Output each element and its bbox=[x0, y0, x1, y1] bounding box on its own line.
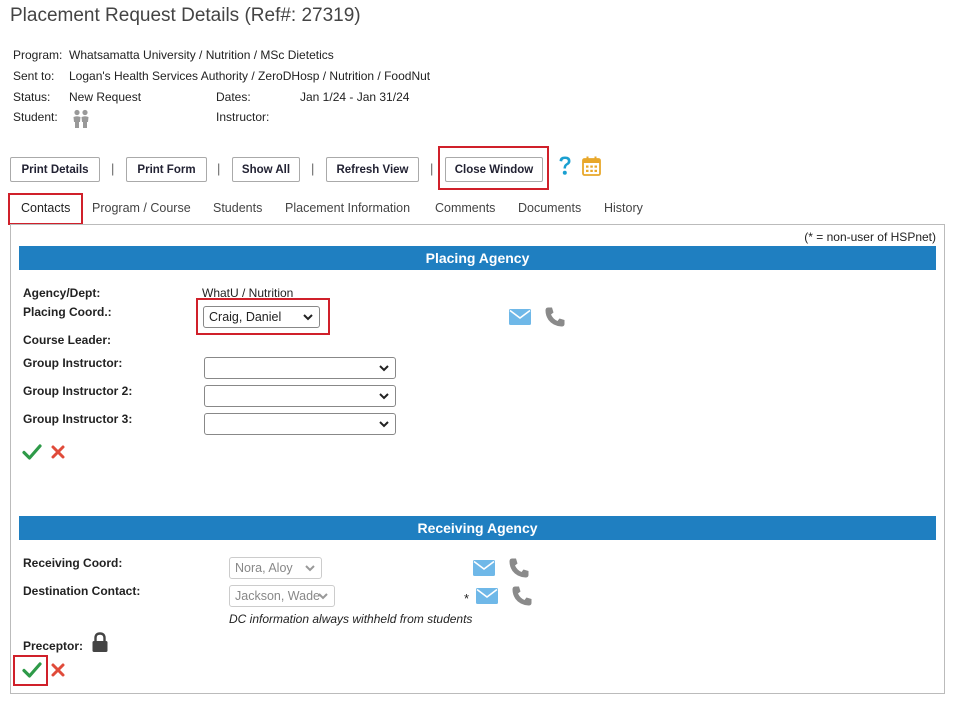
tab-students[interactable]: Students bbox=[213, 201, 262, 215]
chevron-down-icon bbox=[318, 593, 328, 600]
toolbar-separator: | bbox=[311, 161, 315, 176]
tab-program-course[interactable]: Program / Course bbox=[92, 201, 191, 215]
destination-contact-select[interactable]: Jackson, Wade bbox=[229, 585, 335, 607]
group-instructor-3-select[interactable] bbox=[204, 413, 396, 435]
receiving-coord-select[interactable]: Nora, Aloy bbox=[229, 557, 322, 579]
page-title: Placement Request Details (Ref#: 27319) bbox=[10, 5, 361, 26]
cancel-receiving-x-icon[interactable] bbox=[50, 662, 66, 683]
toolbar-separator: | bbox=[430, 161, 434, 176]
group-instructor-2-select[interactable] bbox=[204, 385, 396, 407]
help-icon[interactable] bbox=[557, 155, 573, 182]
contacts-panel bbox=[10, 224, 945, 694]
group-instructor-3-label: Group Instructor 3: bbox=[23, 412, 133, 426]
highlight-contacts-tab bbox=[8, 193, 83, 225]
calendar-icon[interactable] bbox=[582, 156, 601, 181]
cancel-placing-x-icon[interactable] bbox=[50, 444, 66, 465]
email-icon[interactable] bbox=[509, 309, 531, 330]
phone-icon[interactable] bbox=[508, 557, 530, 584]
receiving-coord-label: Receiving Coord: bbox=[23, 556, 123, 570]
chevron-down-icon bbox=[379, 365, 389, 372]
destination-contact-label: Destination Contact: bbox=[23, 584, 141, 598]
phone-icon[interactable] bbox=[511, 585, 533, 612]
dc-info-note: DC information always withheld from stud… bbox=[229, 612, 473, 626]
tab-comments[interactable]: Comments bbox=[435, 201, 495, 215]
non-user-marker: * bbox=[464, 591, 470, 606]
chevron-down-icon bbox=[379, 393, 389, 400]
tab-history[interactable]: History bbox=[604, 201, 643, 215]
students-group-icon[interactable] bbox=[72, 109, 90, 133]
chevron-down-icon bbox=[379, 421, 389, 428]
group-instructor-select[interactable] bbox=[204, 357, 396, 379]
preceptor-label: Preceptor: bbox=[23, 639, 84, 653]
tab-placement-information[interactable]: Placement Information bbox=[285, 201, 410, 215]
print-form-button[interactable]: Print Form bbox=[126, 157, 207, 182]
toolbar-separator: | bbox=[217, 161, 221, 176]
toolbar-separator: | bbox=[111, 161, 115, 176]
receiving-coord-selected: Nora, Aloy bbox=[235, 561, 293, 575]
sent-to-value: Logan's Health Services Authority / Zero… bbox=[69, 69, 431, 83]
email-icon[interactable] bbox=[476, 588, 498, 609]
destination-contact-selected: Jackson, Wade bbox=[235, 589, 320, 603]
student-label: Student: bbox=[13, 110, 58, 124]
refresh-view-button[interactable]: Refresh View bbox=[326, 157, 419, 182]
lock-icon bbox=[91, 632, 109, 658]
program-label: Program: bbox=[13, 48, 63, 62]
group-instructor-2-label: Group Instructor 2: bbox=[23, 384, 133, 398]
program-value: Whatsamatta University / Nutrition / MSc… bbox=[69, 48, 334, 62]
highlight-close-window bbox=[438, 146, 549, 190]
print-details-button[interactable]: Print Details bbox=[10, 157, 100, 182]
highlight-save-receiving bbox=[13, 655, 48, 686]
status-label: Status: bbox=[13, 90, 51, 104]
placing-coord-label: Placing Coord.: bbox=[23, 305, 112, 319]
email-icon[interactable] bbox=[473, 560, 495, 581]
phone-icon[interactable] bbox=[544, 306, 566, 333]
sent-to-label: Sent to: bbox=[13, 69, 55, 83]
save-placing-checkmark-icon[interactable] bbox=[22, 443, 42, 466]
show-all-button[interactable]: Show All bbox=[232, 157, 300, 182]
highlight-placing-coord bbox=[196, 298, 330, 335]
course-leader-label: Course Leader: bbox=[23, 333, 112, 347]
status-value: New Request bbox=[69, 90, 142, 104]
non-user-legend: (* = non-user of HSPnet) bbox=[804, 230, 936, 244]
agency-dept-label: Agency/Dept: bbox=[23, 286, 101, 300]
group-instructor-label: Group Instructor: bbox=[23, 356, 123, 370]
dates-value: Jan 1/24 - Jan 31/24 bbox=[300, 90, 410, 104]
instructor-label: Instructor: bbox=[216, 110, 270, 124]
receiving-agency-header: Receiving Agency bbox=[19, 516, 936, 540]
chevron-down-icon bbox=[305, 565, 315, 572]
placing-agency-header: Placing Agency bbox=[19, 246, 936, 270]
tab-documents[interactable]: Documents bbox=[518, 201, 581, 215]
dates-label: Dates: bbox=[216, 90, 251, 104]
